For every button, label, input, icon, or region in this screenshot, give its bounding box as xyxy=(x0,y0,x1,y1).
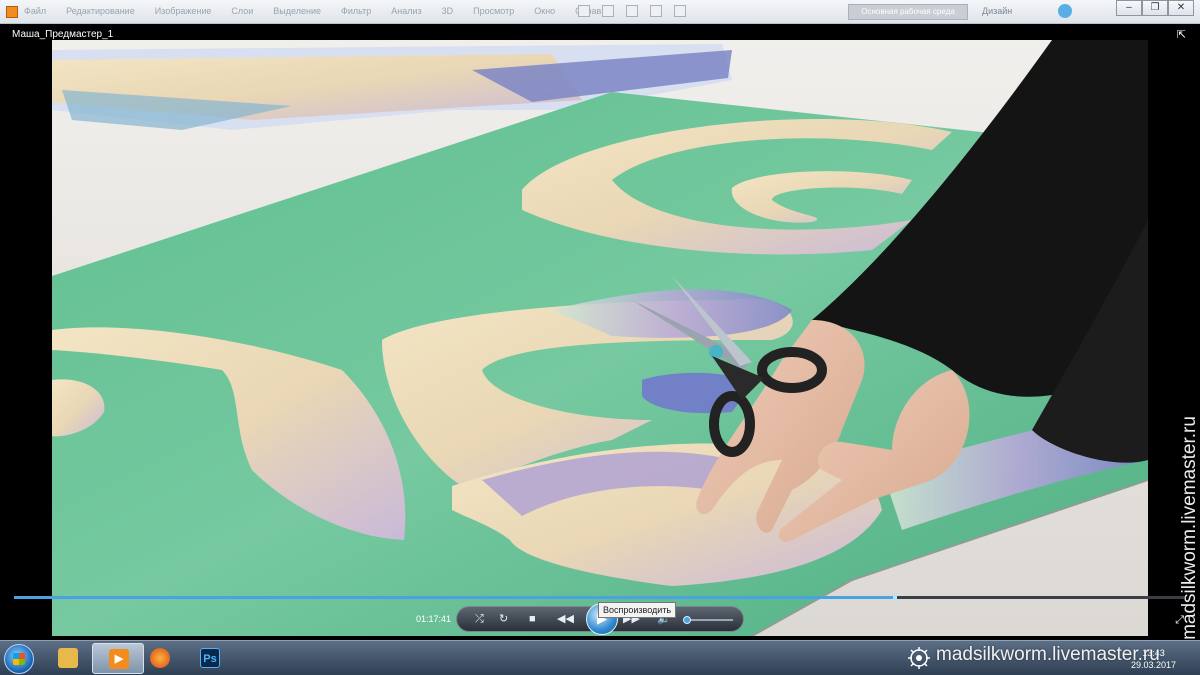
seek-handle[interactable] xyxy=(893,593,897,602)
minimize-button[interactable]: – xyxy=(1116,0,1142,16)
start-button[interactable] xyxy=(4,644,34,674)
menu-item-view[interactable]: Просмотр xyxy=(473,6,514,16)
tooltip: Воспроизводить xyxy=(598,602,677,618)
menu-item-window[interactable]: Окно xyxy=(534,6,555,16)
taskbar-item-firefox[interactable] xyxy=(134,643,186,674)
window-buttons: – ❐ ✕ xyxy=(1116,0,1194,16)
toolbar-icon[interactable] xyxy=(650,5,662,17)
media-player: Маша_Предмастер_1 ⇱ 01:17:41 ⤮ ↻ ■ ◀◀ ▶ … xyxy=(0,24,1200,640)
stop-button[interactable]: ■ xyxy=(529,612,536,626)
watermark-vertical: madsilkworm.livemaster.ru xyxy=(1179,380,1200,675)
maximize-button[interactable]: ❐ xyxy=(1142,0,1168,16)
switch-to-library-icon[interactable]: ⇱ xyxy=(1177,28,1186,41)
repeat-icon[interactable]: ↻ xyxy=(499,612,508,626)
watermark-text: madsilkworm.livemaster.ru xyxy=(936,644,1160,665)
current-time: 01:17:41 xyxy=(416,614,452,624)
toolbar-icon[interactable] xyxy=(674,5,686,17)
menu-item-layers[interactable]: Слои xyxy=(231,6,253,16)
player-title: Маша_Предмастер_1 xyxy=(12,29,114,40)
taskbar-item-explorer[interactable] xyxy=(42,643,94,674)
media-player-icon: ▶ xyxy=(109,649,129,669)
menu-item-edit[interactable]: Редактирование xyxy=(66,6,135,16)
seek-bar[interactable] xyxy=(14,593,1184,602)
seek-progress xyxy=(14,596,895,599)
menu-item-image[interactable]: Изображение xyxy=(155,6,212,16)
menu-item-3d[interactable]: 3D xyxy=(442,6,454,16)
firefox-icon xyxy=(150,648,170,668)
app-toolbar-icons xyxy=(578,5,686,17)
app-menu: Файл Редактирование Изображение Слои Выд… xyxy=(24,6,610,16)
volume-handle[interactable] xyxy=(683,616,692,624)
screen: Файл Редактирование Изображение Слои Выд… xyxy=(0,0,1200,675)
workspace-design-label[interactable]: Дизайн xyxy=(982,6,1012,16)
watermark-vertical-text: madsilkworm.livemaster.ru xyxy=(1179,416,1200,640)
toolbar-icon[interactable] xyxy=(602,5,614,17)
volume-slider[interactable] xyxy=(683,616,733,624)
app-logo-icon xyxy=(6,6,18,18)
menu-item-filter[interactable]: Фильтр xyxy=(341,6,371,16)
app-menubar: Файл Редактирование Изображение Слои Выд… xyxy=(0,0,1200,24)
cloud-icon[interactable] xyxy=(1058,4,1072,18)
video-frame xyxy=(52,40,1148,636)
watermark-logo-icon xyxy=(908,647,930,669)
menu-item-select[interactable]: Выделение xyxy=(273,6,321,16)
toolbar-icon[interactable] xyxy=(626,5,638,17)
shuffle-icon[interactable]: ⤮ xyxy=(475,612,484,626)
close-button[interactable]: ✕ xyxy=(1168,0,1194,16)
workspace-switcher[interactable]: Основная рабочая среда xyxy=(848,4,968,20)
menu-item-file[interactable]: Файл xyxy=(24,6,46,16)
folder-icon xyxy=(58,648,78,668)
previous-button[interactable]: ◀◀ xyxy=(557,612,574,626)
photoshop-icon: Ps xyxy=(200,648,220,668)
menu-item-analysis[interactable]: Анализ xyxy=(391,6,421,16)
toolbar-icon[interactable] xyxy=(578,5,590,17)
taskbar-item-photoshop[interactable]: Ps xyxy=(184,643,236,674)
